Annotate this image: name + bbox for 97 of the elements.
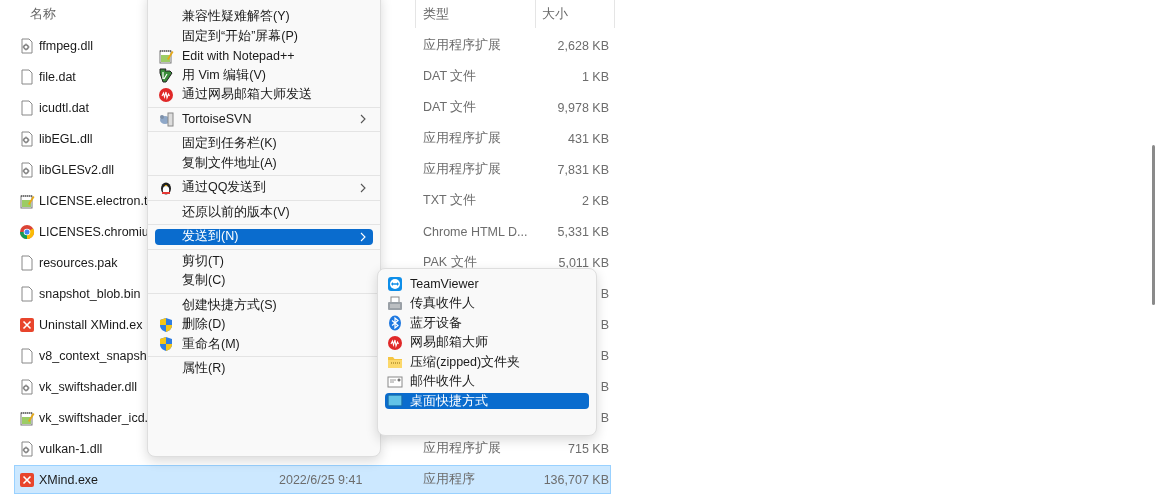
file-icon [19, 254, 35, 271]
shield-icon [158, 316, 174, 333]
size-text: 5,011 KB [558, 255, 609, 270]
file-gear-icon [19, 161, 35, 178]
file-gear-icon [19, 130, 35, 147]
file-name[interactable]: XMind.exe [39, 472, 99, 487]
size-text: 431 KB [568, 131, 609, 146]
bluetooth-icon [387, 315, 403, 331]
menu-item[interactable]: 属性(R) [155, 360, 373, 377]
menu-item[interactable]: 复制(C) [155, 272, 373, 289]
type-text: DAT 文件 [423, 100, 477, 114]
menu-item[interactable]: 固定到“开始”屏幕(P) [155, 28, 373, 44]
file-gear-icon [19, 37, 35, 54]
menu-item[interactable]: 剪切(T) [155, 253, 373, 269]
mail-app-icon [158, 86, 174, 103]
column-header[interactable]: 类型 [415, 0, 535, 28]
file-name[interactable]: ffmpeg.dll [39, 38, 93, 53]
menu-item[interactable]: 固定到任务栏(K) [155, 135, 373, 152]
menu-item[interactable]: 还原以前的版本(V) [155, 204, 373, 220]
size-text: 7,831 KB [557, 162, 609, 177]
menu-item[interactable]: 网易邮箱大师 [385, 334, 589, 351]
size-text: 5,331 KB [557, 224, 609, 239]
size-text: 2,628 KB [557, 38, 609, 53]
menu-item[interactable]: 通过网易邮箱大师发送 [155, 86, 373, 103]
column-header[interactable]: 大小 [535, 0, 615, 28]
menu-item[interactable]: 压缩(zipped)文件夹 [385, 354, 589, 370]
file-icon [19, 285, 35, 302]
date-text: 2022/6/25 9:41 [279, 472, 363, 487]
desktop-icon [387, 393, 403, 409]
menu-item[interactable]: 重命名(M) [155, 336, 373, 352]
menu-item[interactable]: 兼容性疑难解答(Y) [155, 8, 373, 25]
notepad-icon [158, 47, 174, 64]
file-name[interactable]: snapshot_blob.bin [39, 286, 141, 301]
type-text: TXT 文件 [423, 193, 476, 207]
type-text: 应用程序 [423, 472, 475, 486]
file-name[interactable]: Uninstall XMind.ex [39, 317, 143, 332]
selected-row[interactable]: XMind.exe 2022/6/25 9:41 应用程序 136,707 KB [14, 465, 611, 494]
file-name[interactable]: LICENSE.electron.t [39, 193, 148, 208]
menu-item[interactable]: 删除(D) [155, 316, 373, 333]
file-name[interactable]: libEGL.dll [39, 131, 93, 146]
menu-item[interactable]: TortoiseSVN [155, 111, 373, 127]
xmind-icon [19, 471, 35, 488]
file-icon [19, 99, 35, 116]
file-icon [19, 68, 35, 85]
type-text: Chrome HTML D... [423, 224, 528, 239]
xmind-icon [19, 316, 35, 333]
scrollbar[interactable] [1152, 145, 1155, 305]
size-text: B [600, 410, 609, 425]
type-text: 应用程序扩展 [423, 441, 501, 455]
size-text: 715 KB [568, 441, 609, 456]
vim-icon [158, 67, 174, 83]
shield-icon [158, 336, 174, 352]
file-name[interactable]: LICENSES.chromiu [39, 224, 149, 239]
menu-item[interactable]: 用 Vim 编辑(V) [155, 67, 373, 83]
size-text: 136,707 KB [543, 472, 609, 487]
file-gear-icon [19, 440, 35, 457]
size-text: 2 KB [581, 193, 609, 208]
size-text: 9,978 KB [557, 100, 609, 115]
menu-item[interactable]: TeamViewer [385, 276, 589, 292]
menu-item[interactable]: 桌面快捷方式 [385, 393, 589, 409]
size-text: B [600, 379, 609, 394]
fax-icon [387, 295, 403, 312]
mail-app-icon [387, 334, 403, 351]
size-text: 1 KB [581, 69, 609, 84]
file-name[interactable]: vulkan-1.dll [39, 441, 103, 456]
file-name[interactable]: icudtl.dat [39, 100, 90, 115]
file-name[interactable]: libGLESv2.dll [39, 162, 115, 177]
tortoise-icon [158, 111, 174, 127]
file-name[interactable]: file.dat [39, 69, 76, 84]
file-gear-icon [19, 378, 35, 395]
menu-item[interactable]: Edit with Notepad++ [155, 47, 373, 64]
type-text: 应用程序扩展 [423, 131, 501, 145]
menu-item[interactable]: 发送到(N) [155, 228, 373, 245]
menu-item[interactable]: 创建快捷方式(S) [155, 297, 373, 313]
menu-item[interactable]: 邮件收件人 [385, 373, 589, 390]
size-text: B [600, 317, 609, 332]
file-name[interactable]: vk_swiftshader.dll [39, 379, 137, 394]
teamviewer-icon [387, 276, 403, 292]
chrome-icon [19, 223, 35, 240]
type-text: PAK 文件 [423, 255, 477, 269]
size-text: B [600, 348, 609, 363]
notepad-icon [19, 192, 35, 209]
file-name[interactable]: vk_swiftshader_icd. [39, 410, 149, 425]
menu-item[interactable]: 复制文件地址(A) [155, 155, 373, 171]
menu-item[interactable]: 通过QQ发送到 [155, 179, 373, 196]
menu-item[interactable]: 蓝牙设备 [385, 315, 589, 331]
size-text: B [600, 286, 609, 301]
type-text: DAT 文件 [423, 69, 477, 83]
type-text: 应用程序扩展 [423, 38, 501, 52]
notepad-icon [19, 409, 35, 426]
file-icon [19, 347, 35, 364]
type-text: 应用程序扩展 [423, 162, 501, 176]
file-name[interactable]: v8_context_snapsh [39, 348, 147, 363]
zip-folder-icon [387, 354, 403, 370]
file-name[interactable]: resources.pak [39, 255, 118, 270]
menu-item[interactable]: 传真收件人 [385, 295, 589, 312]
envelope-icon [387, 373, 403, 390]
